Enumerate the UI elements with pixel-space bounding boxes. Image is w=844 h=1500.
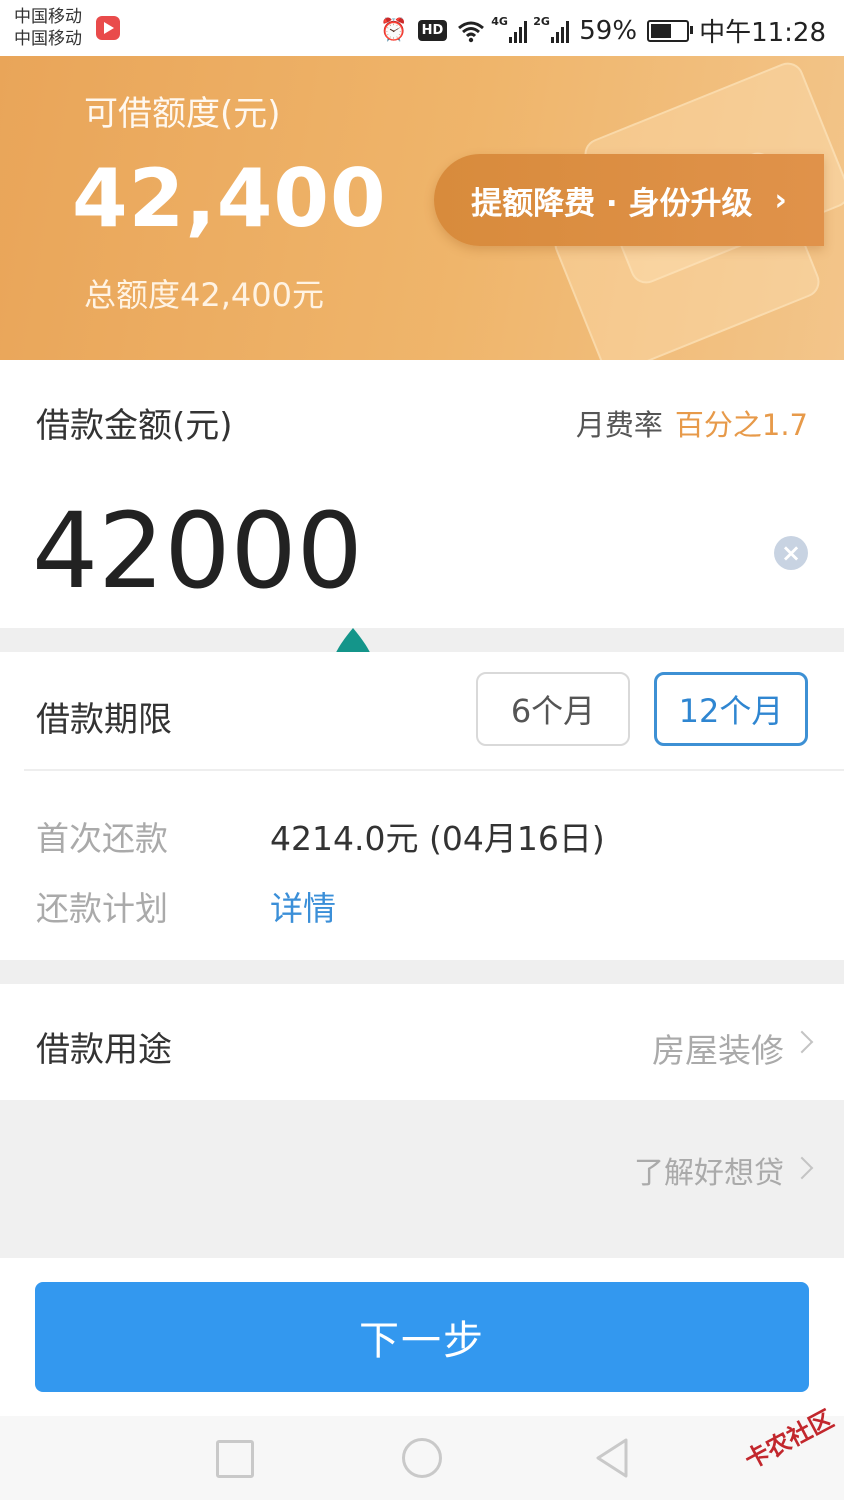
first-repayment-label: 首次还款 <box>36 819 168 858</box>
repayment-plan-details-link[interactable]: 详情 <box>270 882 336 930</box>
learn-more-link[interactable]: 了解好想贷 <box>634 1148 784 1192</box>
term-option-6-months[interactable]: 6个月 <box>476 672 630 746</box>
divider <box>24 769 844 771</box>
section-divider <box>0 628 844 652</box>
home-icon[interactable] <box>402 1438 442 1478</box>
alarm-icon: ⏰ <box>380 17 408 43</box>
chevron-right-icon <box>790 1156 814 1180</box>
chevron-right-icon: › <box>774 182 787 218</box>
clear-input-icon[interactable]: × <box>774 536 808 570</box>
carrier-labels: 中国移动 中国移动 <box>14 6 82 50</box>
loan-term-section: 借款期限 6个月 12个月 首次还款 4214.0元 (04月16日) 还款计划… <box>0 652 844 960</box>
next-step-button[interactable]: 下一步 <box>35 1282 809 1392</box>
signal-2g-icon: 2G <box>533 15 570 43</box>
loan-purpose-label: 借款用途 <box>36 1030 172 1070</box>
back-icon[interactable] <box>592 1436 632 1480</box>
chevron-right-icon <box>790 1030 814 1054</box>
upgrade-identity-button[interactable]: 提额降费 · 身份升级 › <box>434 154 824 246</box>
battery-icon <box>647 19 694 42</box>
available-limit-label: 可借额度(元) <box>84 94 281 134</box>
credit-limit-header: 可借额度(元) 42,400 总额度42,400元 提额降费 · 身份升级 › <box>0 56 844 360</box>
total-limit-text: 总额度42,400元 <box>84 276 324 314</box>
carrier-1: 中国移动 <box>14 7 82 27</box>
term-option-12-months[interactable]: 12个月 <box>654 672 808 746</box>
clock: 中午11:28 <box>699 18 826 48</box>
section-divider <box>0 960 844 984</box>
battery-percent: 59% <box>579 15 638 46</box>
monthly-rate-value: 百分之1.7 <box>674 408 808 442</box>
hd-icon: HD <box>417 20 448 41</box>
loan-term-title: 借款期限 <box>36 700 172 740</box>
loan-amount-section: 借款金额(元) 月费率百分之1.7 × <box>0 360 844 628</box>
info-area: 了解好想贷 <box>0 1100 844 1258</box>
first-repayment-value: 4214.0元 (04月16日) <box>270 819 605 858</box>
loan-purpose-row[interactable]: 借款用途 房屋装修 <box>0 984 844 1100</box>
signal-4g-icon: 4G <box>491 15 528 43</box>
wifi-icon <box>458 21 485 42</box>
status-icons: ⏰ HD 4G 2G 59% 中午11:28 <box>380 12 826 49</box>
loan-amount-title: 借款金额(元) <box>36 406 233 446</box>
footer-actions: 下一步 <box>0 1258 844 1416</box>
recent-apps-icon[interactable] <box>216 1440 254 1478</box>
monthly-rate: 月费率 百分之1.7 <box>576 402 808 444</box>
loan-purpose-value: 房屋装修 <box>652 1031 784 1070</box>
system-nav-bar <box>0 1416 844 1500</box>
video-app-icon <box>96 16 120 40</box>
repayment-plan-label: 还款计划 <box>36 889 168 928</box>
carrier-2: 中国移动 <box>14 29 82 49</box>
status-bar: 中国移动 中国移动 ⏰ HD 4G 2G 59% 中午11:28 <box>0 0 844 56</box>
available-limit-amount: 42,400 <box>72 152 387 245</box>
loan-amount-input[interactable] <box>32 490 732 612</box>
upgrade-label: 提额降费 · 身份升级 <box>471 185 753 222</box>
monthly-rate-label: 月费率 <box>575 408 663 442</box>
